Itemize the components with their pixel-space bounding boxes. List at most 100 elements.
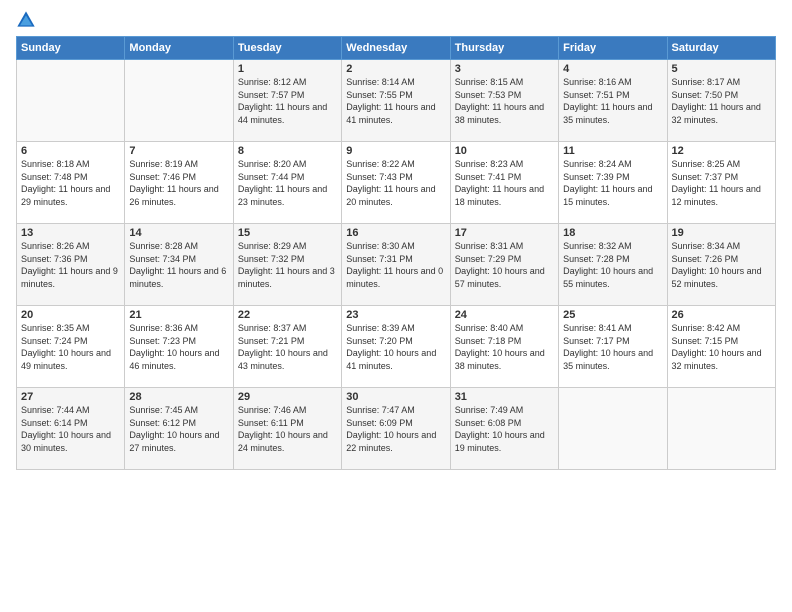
day-info: Sunrise: 8:35 AMSunset: 7:24 PMDaylight:… [21,322,120,372]
day-number: 16 [346,227,445,239]
calendar-cell: 3Sunrise: 8:15 AMSunset: 7:53 PMDaylight… [450,60,558,142]
day-number: 28 [129,391,228,403]
day-info: Sunrise: 8:17 AMSunset: 7:50 PMDaylight:… [672,76,771,126]
calendar-cell: 19Sunrise: 8:34 AMSunset: 7:26 PMDayligh… [667,224,775,306]
day-info: Sunrise: 7:44 AMSunset: 6:14 PMDaylight:… [21,404,120,454]
calendar-cell: 16Sunrise: 8:30 AMSunset: 7:31 PMDayligh… [342,224,450,306]
calendar-week-row: 6Sunrise: 8:18 AMSunset: 7:48 PMDaylight… [17,142,776,224]
calendar-cell: 4Sunrise: 8:16 AMSunset: 7:51 PMDaylight… [559,60,667,142]
calendar-week-row: 1Sunrise: 8:12 AMSunset: 7:57 PMDaylight… [17,60,776,142]
day-number: 31 [455,391,554,403]
day-number: 27 [21,391,120,403]
day-info: Sunrise: 8:37 AMSunset: 7:21 PMDaylight:… [238,322,337,372]
calendar-cell: 29Sunrise: 7:46 AMSunset: 6:11 PMDayligh… [233,388,341,470]
calendar-week-row: 13Sunrise: 8:26 AMSunset: 7:36 PMDayligh… [17,224,776,306]
day-number: 8 [238,145,337,157]
day-info: Sunrise: 8:24 AMSunset: 7:39 PMDaylight:… [563,158,662,208]
day-number: 1 [238,63,337,75]
day-info: Sunrise: 8:41 AMSunset: 7:17 PMDaylight:… [563,322,662,372]
day-number: 20 [21,309,120,321]
calendar-cell: 5Sunrise: 8:17 AMSunset: 7:50 PMDaylight… [667,60,775,142]
calendar-cell: 14Sunrise: 8:28 AMSunset: 7:34 PMDayligh… [125,224,233,306]
col-thursday: Thursday [450,37,558,60]
day-number: 21 [129,309,228,321]
calendar-week-row: 20Sunrise: 8:35 AMSunset: 7:24 PMDayligh… [17,306,776,388]
day-info: Sunrise: 8:26 AMSunset: 7:36 PMDaylight:… [21,240,120,290]
day-info: Sunrise: 8:32 AMSunset: 7:28 PMDaylight:… [563,240,662,290]
calendar-table: Sunday Monday Tuesday Wednesday Thursday… [16,36,776,470]
day-info: Sunrise: 8:19 AMSunset: 7:46 PMDaylight:… [129,158,228,208]
calendar-week-row: 27Sunrise: 7:44 AMSunset: 6:14 PMDayligh… [17,388,776,470]
day-info: Sunrise: 7:46 AMSunset: 6:11 PMDaylight:… [238,404,337,454]
day-number: 9 [346,145,445,157]
calendar-cell: 1Sunrise: 8:12 AMSunset: 7:57 PMDaylight… [233,60,341,142]
calendar-cell: 23Sunrise: 8:39 AMSunset: 7:20 PMDayligh… [342,306,450,388]
col-saturday: Saturday [667,37,775,60]
day-info: Sunrise: 8:40 AMSunset: 7:18 PMDaylight:… [455,322,554,372]
day-info: Sunrise: 7:45 AMSunset: 6:12 PMDaylight:… [129,404,228,454]
day-number: 13 [21,227,120,239]
logo-icon [16,10,36,30]
calendar-cell: 21Sunrise: 8:36 AMSunset: 7:23 PMDayligh… [125,306,233,388]
day-info: Sunrise: 8:16 AMSunset: 7:51 PMDaylight:… [563,76,662,126]
calendar-cell: 10Sunrise: 8:23 AMSunset: 7:41 PMDayligh… [450,142,558,224]
calendar-cell [17,60,125,142]
day-number: 17 [455,227,554,239]
day-info: Sunrise: 8:20 AMSunset: 7:44 PMDaylight:… [238,158,337,208]
col-monday: Monday [125,37,233,60]
calendar-cell: 2Sunrise: 8:14 AMSunset: 7:55 PMDaylight… [342,60,450,142]
day-info: Sunrise: 8:36 AMSunset: 7:23 PMDaylight:… [129,322,228,372]
day-number: 23 [346,309,445,321]
day-info: Sunrise: 8:39 AMSunset: 7:20 PMDaylight:… [346,322,445,372]
day-info: Sunrise: 8:29 AMSunset: 7:32 PMDaylight:… [238,240,337,290]
day-info: Sunrise: 8:15 AMSunset: 7:53 PMDaylight:… [455,76,554,126]
day-info: Sunrise: 8:31 AMSunset: 7:29 PMDaylight:… [455,240,554,290]
col-tuesday: Tuesday [233,37,341,60]
calendar-cell: 31Sunrise: 7:49 AMSunset: 6:08 PMDayligh… [450,388,558,470]
day-number: 3 [455,63,554,75]
day-number: 25 [563,309,662,321]
day-number: 7 [129,145,228,157]
day-info: Sunrise: 7:49 AMSunset: 6:08 PMDaylight:… [455,404,554,454]
calendar-cell: 30Sunrise: 7:47 AMSunset: 6:09 PMDayligh… [342,388,450,470]
calendar-cell: 18Sunrise: 8:32 AMSunset: 7:28 PMDayligh… [559,224,667,306]
calendar-cell [125,60,233,142]
calendar-cell: 28Sunrise: 7:45 AMSunset: 6:12 PMDayligh… [125,388,233,470]
calendar-cell: 12Sunrise: 8:25 AMSunset: 7:37 PMDayligh… [667,142,775,224]
day-info: Sunrise: 8:14 AMSunset: 7:55 PMDaylight:… [346,76,445,126]
calendar-cell: 17Sunrise: 8:31 AMSunset: 7:29 PMDayligh… [450,224,558,306]
day-number: 15 [238,227,337,239]
calendar-cell: 27Sunrise: 7:44 AMSunset: 6:14 PMDayligh… [17,388,125,470]
day-number: 14 [129,227,228,239]
calendar-cell: 22Sunrise: 8:37 AMSunset: 7:21 PMDayligh… [233,306,341,388]
calendar-cell: 15Sunrise: 8:29 AMSunset: 7:32 PMDayligh… [233,224,341,306]
calendar-cell [667,388,775,470]
calendar-cell: 8Sunrise: 8:20 AMSunset: 7:44 PMDaylight… [233,142,341,224]
calendar-cell: 11Sunrise: 8:24 AMSunset: 7:39 PMDayligh… [559,142,667,224]
logo [16,10,40,30]
day-number: 24 [455,309,554,321]
day-info: Sunrise: 8:34 AMSunset: 7:26 PMDaylight:… [672,240,771,290]
calendar-page: Sunday Monday Tuesday Wednesday Thursday… [0,0,792,480]
col-friday: Friday [559,37,667,60]
calendar-header-row: Sunday Monday Tuesday Wednesday Thursday… [17,37,776,60]
day-info: Sunrise: 8:18 AMSunset: 7:48 PMDaylight:… [21,158,120,208]
day-number: 10 [455,145,554,157]
col-sunday: Sunday [17,37,125,60]
calendar-cell [559,388,667,470]
day-info: Sunrise: 7:47 AMSunset: 6:09 PMDaylight:… [346,404,445,454]
calendar-cell: 20Sunrise: 8:35 AMSunset: 7:24 PMDayligh… [17,306,125,388]
day-info: Sunrise: 8:30 AMSunset: 7:31 PMDaylight:… [346,240,445,290]
day-number: 6 [21,145,120,157]
calendar-cell: 9Sunrise: 8:22 AMSunset: 7:43 PMDaylight… [342,142,450,224]
col-wednesday: Wednesday [342,37,450,60]
header [16,10,776,30]
day-info: Sunrise: 8:28 AMSunset: 7:34 PMDaylight:… [129,240,228,290]
day-number: 11 [563,145,662,157]
day-info: Sunrise: 8:42 AMSunset: 7:15 PMDaylight:… [672,322,771,372]
calendar-cell: 24Sunrise: 8:40 AMSunset: 7:18 PMDayligh… [450,306,558,388]
day-info: Sunrise: 8:25 AMSunset: 7:37 PMDaylight:… [672,158,771,208]
day-number: 22 [238,309,337,321]
calendar-cell: 7Sunrise: 8:19 AMSunset: 7:46 PMDaylight… [125,142,233,224]
day-info: Sunrise: 8:12 AMSunset: 7:57 PMDaylight:… [238,76,337,126]
